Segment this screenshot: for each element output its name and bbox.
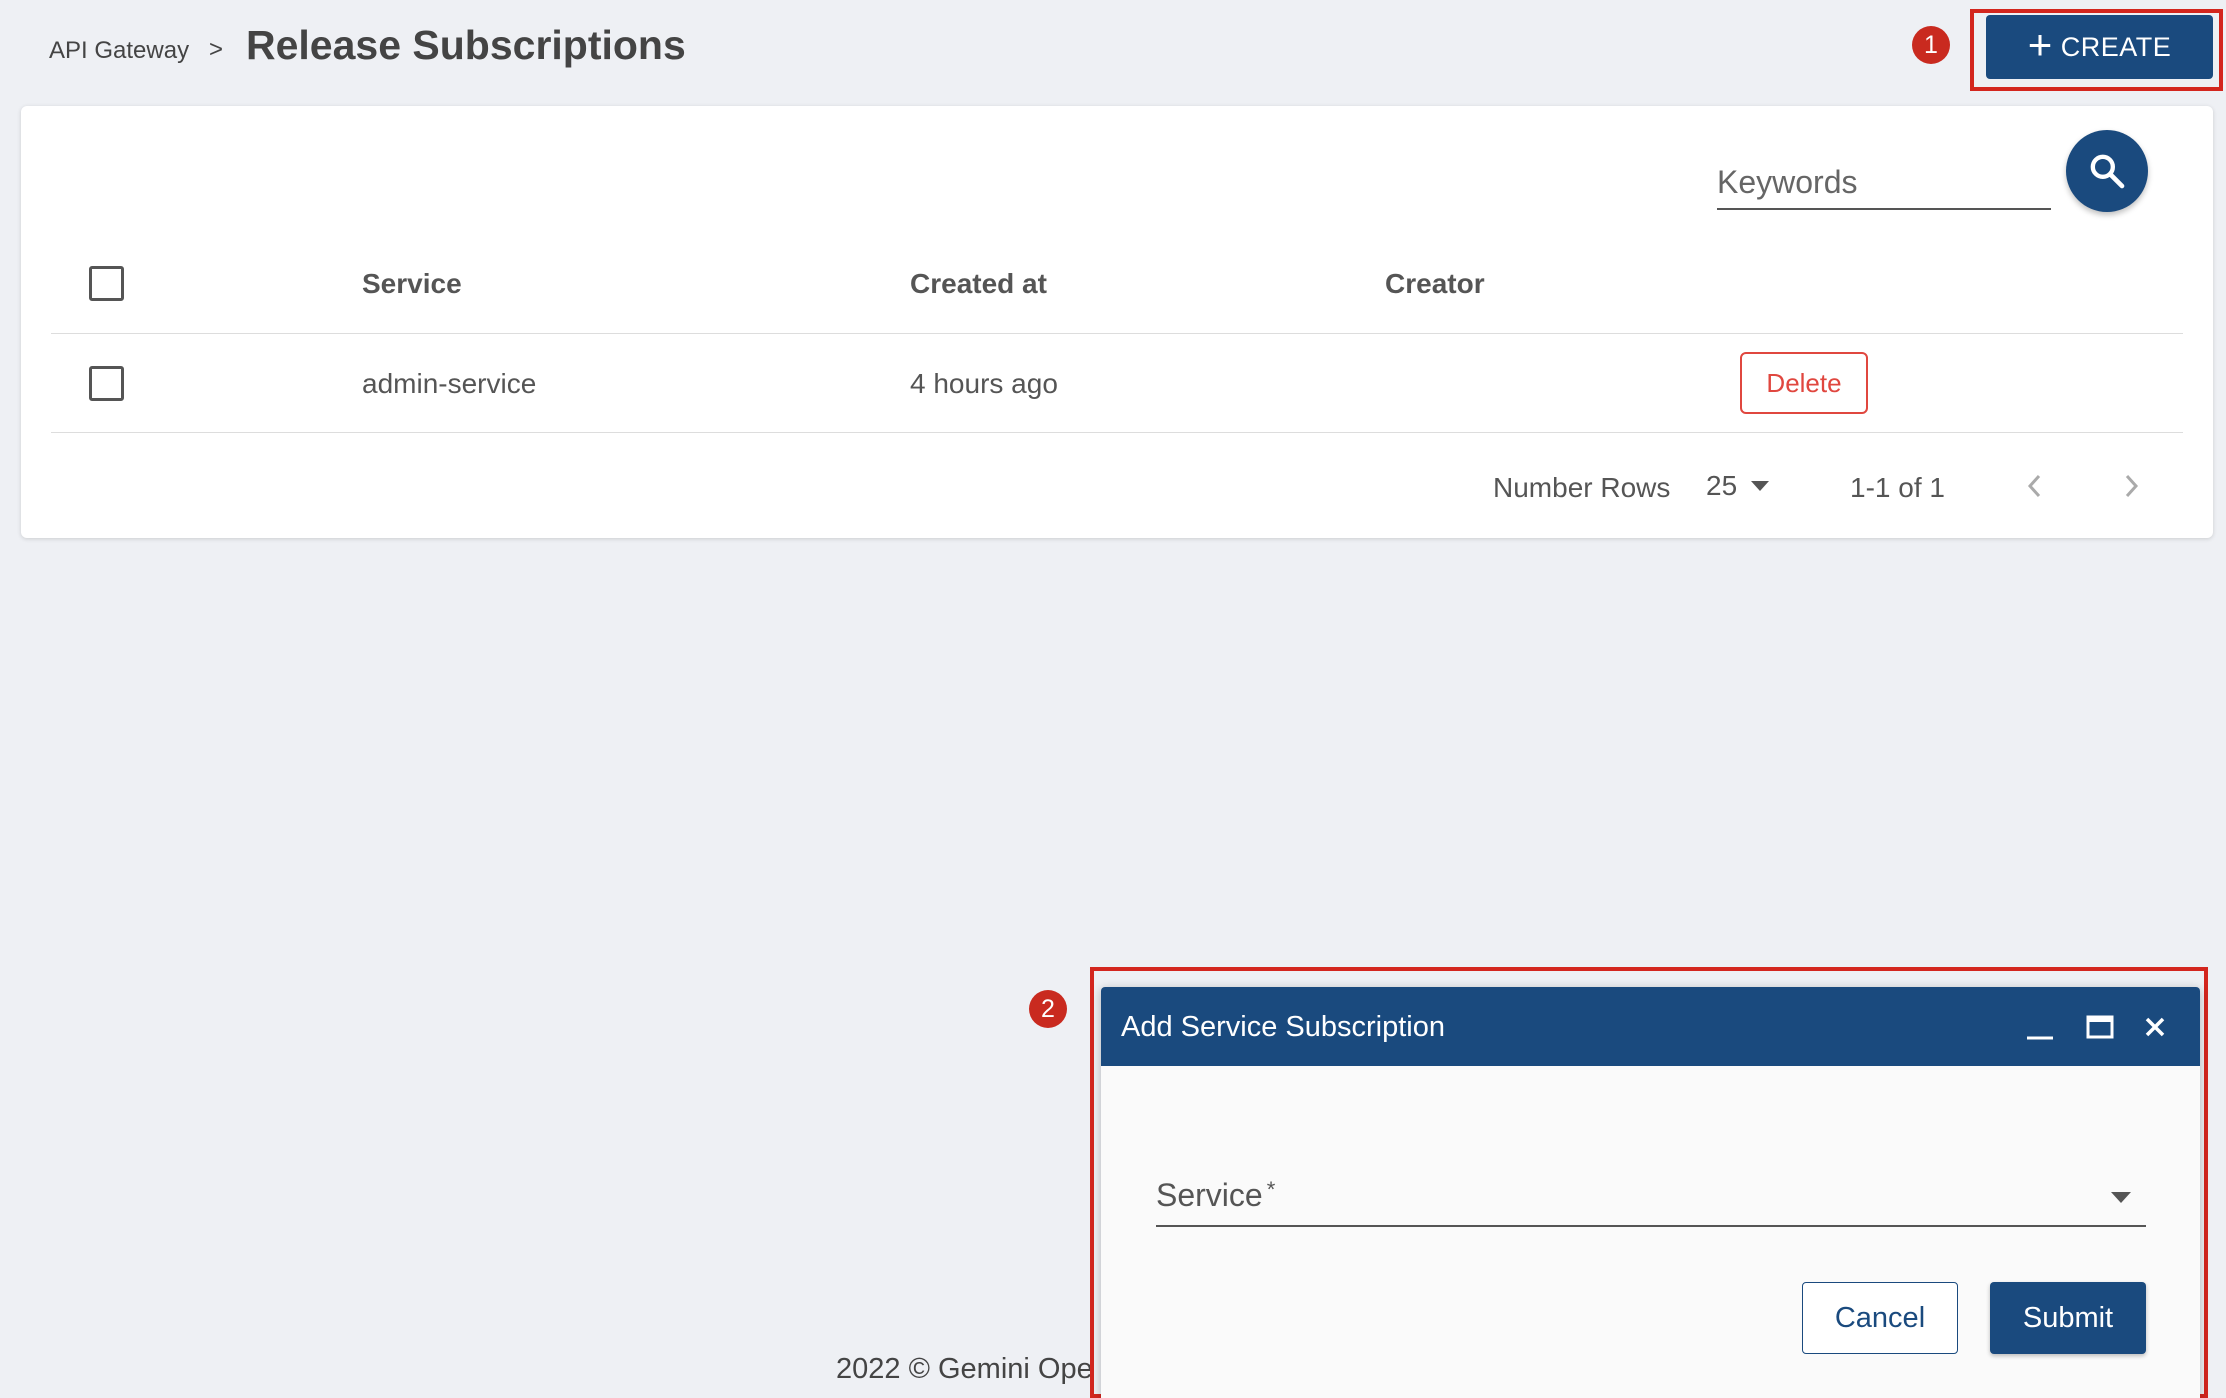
submit-button[interactable]: Submit	[1990, 1282, 2146, 1354]
maximize-icon	[2086, 1015, 2114, 1039]
create-button[interactable]: + CREATE	[1986, 15, 2213, 79]
service-select[interactable]	[1156, 1225, 2146, 1227]
search-icon	[2090, 154, 2125, 189]
cell-service: admin-service	[362, 368, 537, 399]
delete-button[interactable]: Delete	[1740, 352, 1868, 414]
required-mark: *	[1266, 1177, 1276, 1202]
keywords-search-input[interactable]	[1717, 156, 2051, 210]
pagination-range: 1-1 of 1	[1850, 472, 1945, 503]
service-label-text: Service	[1156, 1177, 1263, 1213]
column-header-creator[interactable]: Creator	[1385, 268, 1485, 300]
annotation-badge-1: 1	[1912, 26, 1950, 64]
search-button[interactable]	[2066, 130, 2148, 212]
rows-per-page-value: 25	[1706, 470, 1738, 501]
close-button[interactable]	[2133, 1005, 2177, 1049]
previous-page-button[interactable]	[2015, 466, 2055, 506]
minimize-icon	[2027, 1036, 2053, 1040]
page-title: Release Subscriptions	[246, 22, 686, 68]
create-button-label: CREATE	[2060, 31, 2172, 62]
cell-created-at: 4 hours ago	[910, 368, 1058, 399]
rows-per-page-select[interactable]: 25	[1706, 470, 1770, 502]
select-all-checkbox[interactable]	[89, 266, 124, 301]
breadcrumb-root[interactable]: API Gateway	[49, 37, 189, 65]
table-divider	[51, 333, 2183, 334]
table-divider	[51, 432, 2183, 433]
breadcrumb-separator: >	[209, 36, 224, 63]
footer-copyright: 2022 © Gemini Ope	[836, 1353, 1093, 1385]
dialog-header[interactable]: Add Service Subscription	[1101, 987, 2200, 1066]
minimize-button[interactable]	[2018, 1005, 2062, 1049]
dialog-title: Add Service Subscription	[1121, 1011, 1445, 1043]
chevron-left-icon	[2027, 474, 2041, 498]
caret-down-icon	[1751, 481, 1770, 491]
plus-icon: +	[2027, 21, 2053, 68]
row-checkbox[interactable]	[89, 366, 124, 401]
service-select-label: Service *	[1156, 1177, 1275, 1214]
cancel-button[interactable]: Cancel	[1802, 1282, 1958, 1354]
close-icon	[2145, 1017, 2165, 1037]
annotation-badge-2: 2	[1029, 990, 1067, 1028]
add-service-subscription-dialog: Add Service Subscription Service * Cancel…	[1101, 987, 2200, 1398]
chevron-right-icon	[2125, 474, 2139, 498]
column-header-created-at[interactable]: Created at	[910, 268, 1047, 300]
next-page-button[interactable]	[2111, 466, 2151, 506]
rows-per-page-label: Number Rows	[1493, 472, 1671, 503]
column-header-service[interactable]: Service	[362, 268, 462, 300]
maximize-button[interactable]	[2078, 1005, 2122, 1049]
caret-down-icon[interactable]	[2111, 1192, 2131, 1203]
